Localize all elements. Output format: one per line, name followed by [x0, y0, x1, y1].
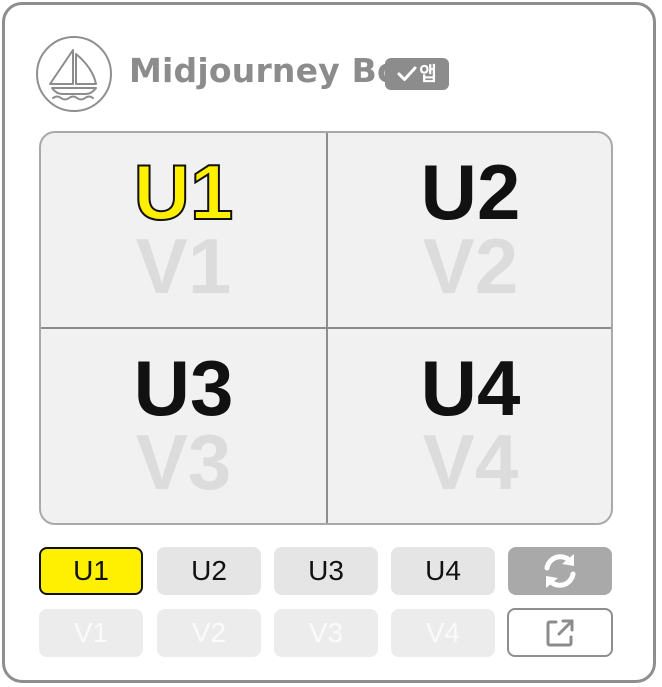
quadrant-upscale-label: U4 — [420, 344, 521, 432]
quadrant-variation-label: V1 — [135, 222, 232, 310]
variation-button-2[interactable]: V2 — [157, 609, 261, 657]
bot-avatar[interactable] — [36, 36, 112, 112]
grid-divider-horizontal — [41, 327, 611, 329]
external-link-icon — [546, 619, 574, 646]
quadrant-upscale-label: U3 — [133, 344, 234, 432]
grid-quadrant-4[interactable]: U4 V4 — [328, 329, 611, 523]
refresh-icon — [544, 554, 576, 588]
reroll-button[interactable] — [508, 547, 612, 595]
grid-quadrant-3[interactable]: U3 V3 — [41, 329, 326, 523]
grid-quadrant-1[interactable]: U1 V1 — [41, 133, 326, 327]
variation-button-4[interactable]: V4 — [391, 609, 495, 657]
open-external-button[interactable] — [507, 608, 613, 657]
image-grid[interactable]: U1 V1 U2 V2 U3 V3 U4 V4 — [39, 131, 613, 525]
sailboat-icon — [49, 49, 97, 101]
app-badge-label: 앱 — [419, 62, 437, 85]
upscale-button-3[interactable]: U3 — [274, 547, 378, 595]
app-badge: 앱 — [385, 58, 449, 90]
upscale-button-4[interactable]: U4 — [391, 547, 495, 595]
upscale-button-2[interactable]: U2 — [157, 547, 261, 595]
quadrant-variation-label: V4 — [422, 418, 519, 506]
upscale-button-1[interactable]: U1 — [39, 547, 143, 595]
quadrant-upscale-label: U2 — [420, 148, 521, 236]
quadrant-variation-label: V3 — [135, 418, 232, 506]
checkmark-icon — [397, 66, 417, 81]
variation-button-3[interactable]: V3 — [274, 609, 378, 657]
quadrant-upscale-label: U1 — [133, 148, 235, 236]
grid-quadrant-2[interactable]: U2 V2 — [328, 133, 611, 327]
quadrant-variation-label: V2 — [422, 222, 519, 310]
variation-button-1[interactable]: V1 — [39, 609, 143, 657]
message-card: Midjourney Bot 앱 U1 V1 U2 V2 U3 V3 U4 V4… — [2, 2, 656, 683]
bot-name[interactable]: Midjourney Bot — [129, 51, 416, 90]
